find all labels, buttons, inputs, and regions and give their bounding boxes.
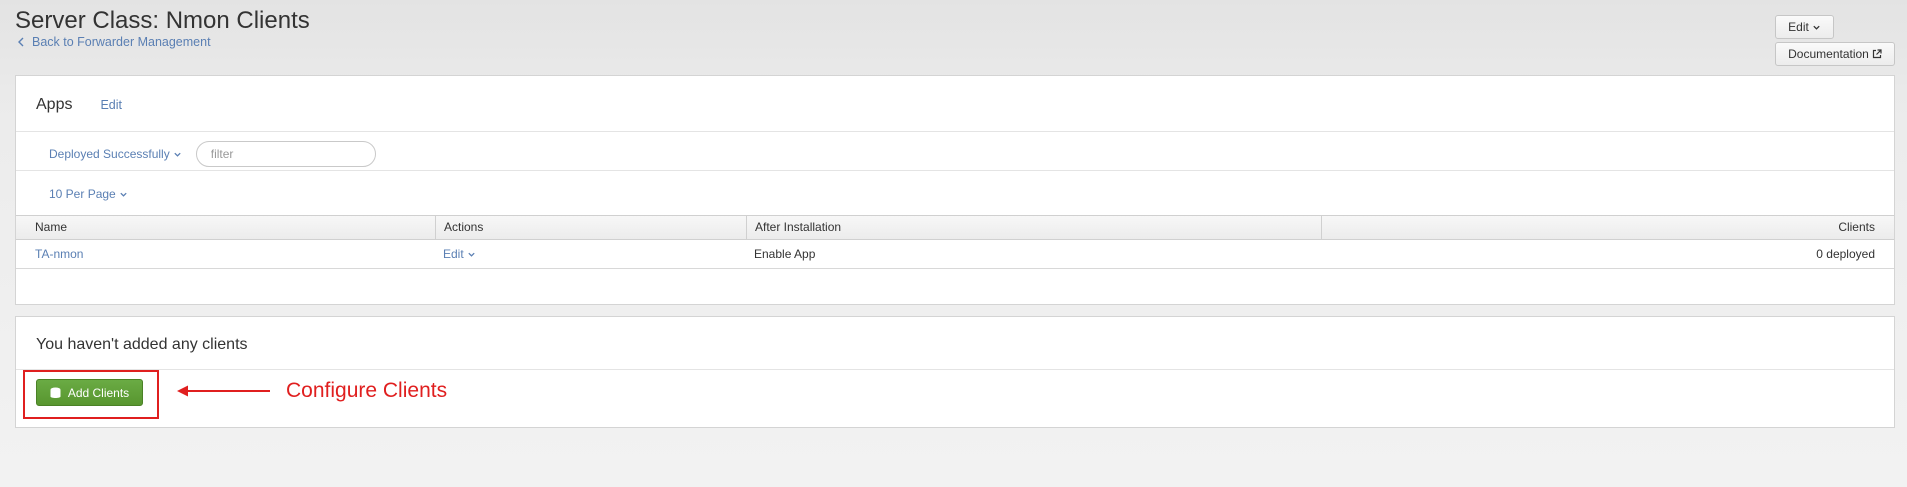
documentation-button-label: Documentation — [1788, 47, 1869, 61]
add-clients-button[interactable]: Add Clients — [36, 379, 143, 406]
add-clients-label: Add Clients — [67, 385, 130, 400]
app-edit-dropdown[interactable]: Edit — [443, 240, 476, 268]
status-filter-dropdown[interactable]: Deployed Successfully — [49, 147, 182, 161]
divider — [16, 131, 1894, 132]
clients-count-cell: 0 deployed — [1816, 247, 1875, 261]
page-title: Server Class: Nmon Clients — [15, 7, 310, 34]
arrow-left-icon — [177, 385, 270, 397]
apps-edit-link[interactable]: Edit — [100, 98, 122, 112]
chevron-down-icon — [120, 192, 127, 197]
chevron-left-icon — [18, 37, 24, 47]
chevron-down-icon — [1813, 25, 1820, 30]
chevron-down-icon — [468, 252, 475, 257]
apps-title: Apps — [36, 96, 73, 113]
back-to-forwarder-management-link[interactable]: Back to Forwarder Management — [15, 35, 211, 49]
filter-input[interactable] — [195, 141, 376, 167]
clients-empty-message: You haven't added any clients — [36, 336, 248, 353]
column-header-after-installation[interactable]: After Installation — [746, 216, 1321, 239]
app-name-link[interactable]: TA-nmon — [35, 247, 83, 261]
apps-table-header: Name Actions After Installation Clients — [16, 215, 1894, 240]
external-link-icon — [1872, 49, 1882, 59]
column-header-name[interactable]: Name — [16, 216, 435, 239]
divider — [16, 369, 1894, 370]
chevron-down-icon — [174, 152, 181, 157]
documentation-button[interactable]: Documentation — [1775, 42, 1895, 66]
back-link-label: Back to Forwarder Management — [32, 35, 211, 49]
app-actions-cell: Edit — [435, 240, 746, 268]
filter-row: Deployed Successfully — [49, 141, 376, 167]
clients-panel: You haven't added any clients Add Client… — [15, 316, 1895, 428]
status-filter-label: Deployed Successfully — [49, 147, 170, 161]
annotation-label: Configure Clients — [286, 379, 448, 402]
divider — [16, 170, 1894, 171]
table-row: TA-nmon Edit Enable App 0 deployed — [16, 240, 1894, 269]
edit-button-label: Edit — [1788, 20, 1809, 34]
after-installation-cell: Enable App — [754, 247, 816, 261]
column-header-actions: Actions — [435, 216, 746, 239]
edit-dropdown-button[interactable]: Edit — [1775, 15, 1834, 39]
app-edit-label: Edit — [443, 247, 464, 261]
app-name-cell: TA-nmon — [16, 240, 435, 268]
column-header-clients[interactable]: Clients — [1321, 216, 1894, 239]
database-icon — [50, 387, 61, 398]
per-page-dropdown[interactable]: 10 Per Page — [49, 187, 128, 201]
apps-panel: Apps Edit Deployed Successfully 10 Per P… — [15, 75, 1895, 305]
apps-header: Apps Edit — [36, 96, 122, 114]
per-page-label: 10 Per Page — [49, 187, 116, 201]
